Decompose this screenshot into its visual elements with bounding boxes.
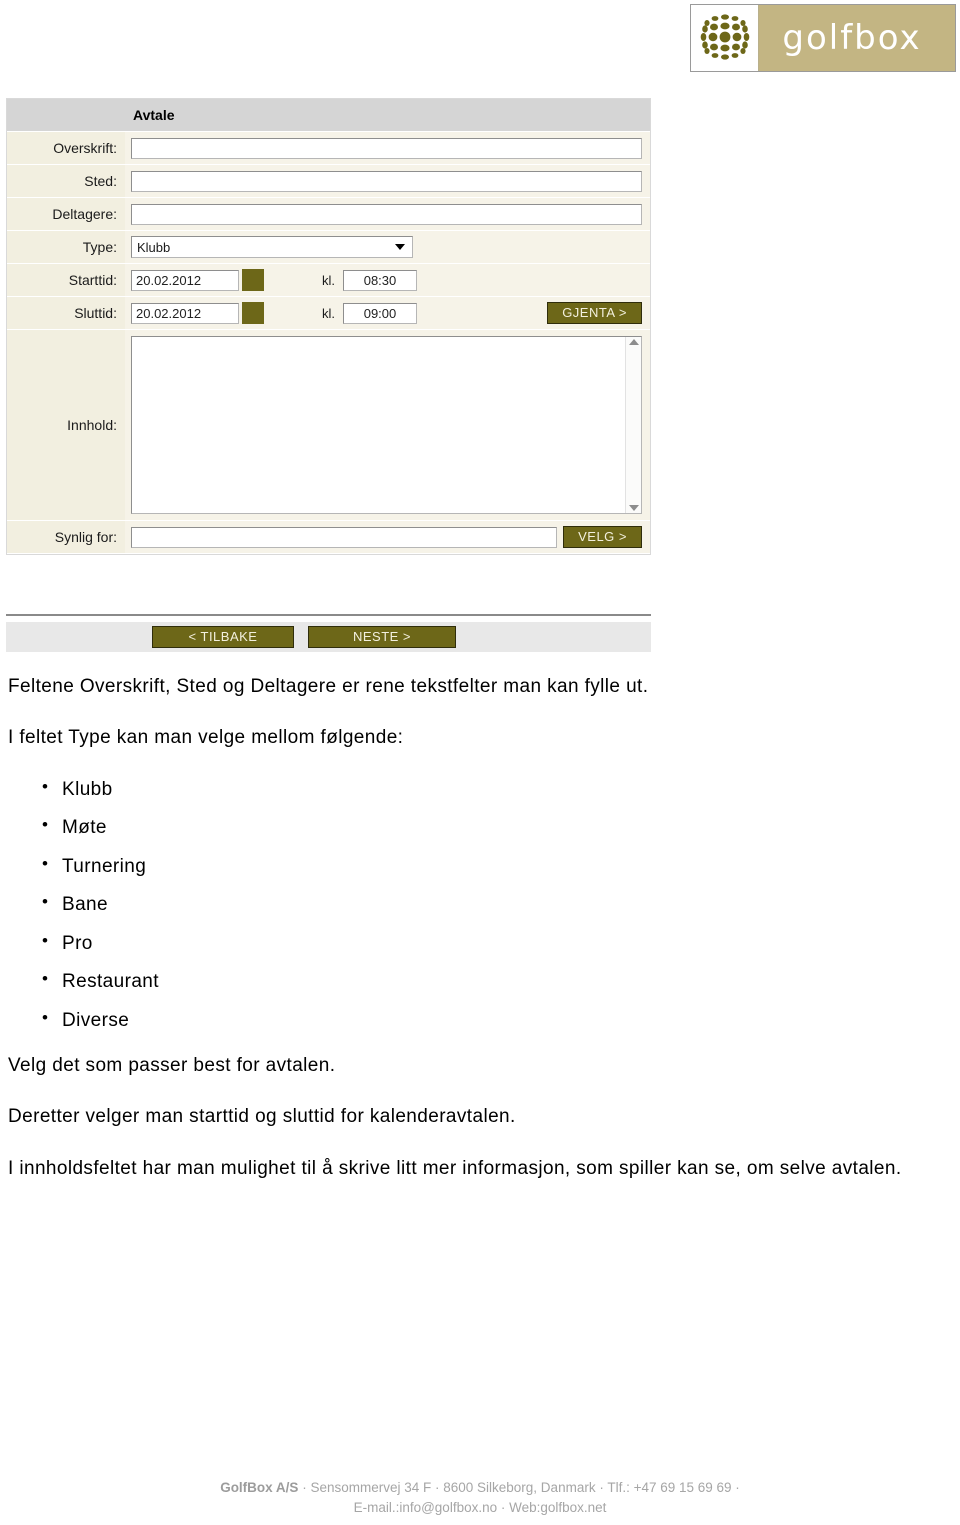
velg-button[interactable]: VELG > bbox=[563, 526, 642, 548]
row-type: Type: Klubb bbox=[7, 231, 650, 264]
sluttid-date-input[interactable] bbox=[131, 302, 239, 324]
form-header-row: Avtale bbox=[7, 99, 650, 132]
golfbox-logo: golfbox bbox=[690, 4, 956, 72]
overskrift-input[interactable] bbox=[131, 137, 642, 159]
list-item: Bane bbox=[42, 889, 952, 919]
paragraph-2: I feltet Type kan man velge mellom følge… bbox=[8, 727, 404, 749]
back-button[interactable]: < TILBAKE bbox=[152, 626, 294, 648]
type-select-value: Klubb bbox=[137, 239, 171, 255]
innhold-textarea-wrap bbox=[131, 336, 642, 514]
starttid-kl-label: kl. bbox=[322, 272, 335, 288]
label-sluttid: Sluttid: bbox=[7, 297, 125, 329]
label-sted: Sted: bbox=[7, 165, 125, 197]
row-overskrift: Overskrift: bbox=[7, 132, 650, 165]
sted-input[interactable] bbox=[131, 170, 642, 192]
calendar-icon[interactable] bbox=[242, 269, 264, 291]
starttid-time-input[interactable] bbox=[343, 269, 417, 291]
type-options-list: Klubb Møte Turnering Bane Pro Restaurant… bbox=[8, 774, 952, 1035]
label-innhold: Innhold: bbox=[7, 330, 125, 520]
starttid-date-input[interactable] bbox=[131, 269, 239, 291]
paragraph-5: I innholdsfeltet har man mulighet til å … bbox=[8, 1157, 902, 1179]
sluttid-kl-label: kl. bbox=[322, 305, 335, 321]
label-overskrift: Overskrift: bbox=[7, 132, 125, 164]
list-item: Møte bbox=[42, 812, 952, 842]
chevron-down-icon bbox=[395, 244, 405, 250]
label-type: Type: bbox=[7, 231, 125, 263]
golfbox-sphere-logo-box bbox=[691, 5, 759, 71]
synlig-for-input[interactable] bbox=[131, 526, 558, 548]
paragraph-1: Feltene Overskrift, Sted og Deltagere er… bbox=[8, 676, 649, 697]
golfbox-sphere-logo-icon bbox=[700, 14, 749, 60]
form-nav-bar: < TILBAKE NESTE > bbox=[6, 622, 651, 652]
form-header-title: Avtale bbox=[125, 99, 650, 131]
label-deltagere: Deltagere: bbox=[7, 198, 125, 230]
label-synlig-for: Synlig for: bbox=[7, 521, 125, 553]
nav-divider bbox=[6, 614, 651, 616]
row-deltagere: Deltagere: bbox=[7, 198, 650, 231]
innhold-scrollbar[interactable] bbox=[625, 337, 641, 513]
sluttid-time-input[interactable] bbox=[343, 302, 417, 324]
row-sluttid: Sluttid: kl. GJENTA > bbox=[7, 297, 650, 330]
calendar-icon[interactable] bbox=[242, 302, 264, 324]
footer-company-name: GolfBox A/S bbox=[220, 1480, 299, 1495]
row-innhold: Innhold: bbox=[7, 330, 650, 521]
deltagere-input[interactable] bbox=[131, 203, 642, 225]
page-footer: GolfBox A/S · Sensommervej 34 F · 8600 S… bbox=[0, 1478, 960, 1517]
row-synlig-for: Synlig for: VELG > bbox=[7, 521, 650, 554]
list-item: Turnering bbox=[42, 851, 952, 881]
list-item: Diverse bbox=[42, 1004, 952, 1035]
next-button[interactable]: NESTE > bbox=[308, 626, 456, 648]
row-starttid: Starttid: kl. bbox=[7, 264, 650, 297]
golfbox-wordmark: golfbox bbox=[782, 18, 922, 58]
list-item: Restaurant bbox=[42, 966, 952, 996]
footer-line-2: E-mail.:info@golfbox.no · Web:golfbox.ne… bbox=[353, 1499, 607, 1515]
row-sted: Sted: bbox=[7, 165, 650, 198]
footer-address: · Sensommervej 34 F · 8600 Silkeborg, Da… bbox=[298, 1480, 740, 1495]
appointment-form-panel: Avtale Overskrift: Sted: Deltagere: Type… bbox=[6, 98, 651, 555]
innhold-textarea[interactable] bbox=[132, 337, 625, 513]
paragraph-4: Deretter velger man starttid og sluttid … bbox=[8, 1106, 516, 1128]
gjenta-button[interactable]: GJENTA > bbox=[547, 302, 642, 324]
list-item: Klubb bbox=[42, 774, 952, 804]
label-starttid: Starttid: bbox=[7, 264, 125, 296]
scroll-down-arrow-icon[interactable] bbox=[628, 505, 639, 511]
instruction-copy: Feltene Overskrift, Sted og Deltagere er… bbox=[8, 672, 952, 1205]
paragraph-3: Velg det som passer best for avtalen. bbox=[8, 1054, 336, 1076]
list-item: Pro bbox=[42, 928, 952, 958]
footer-line-1: GolfBox A/S · Sensommervej 34 F · 8600 S… bbox=[0, 1478, 960, 1498]
scroll-up-arrow-icon[interactable] bbox=[628, 339, 639, 345]
form-header-spacer bbox=[7, 99, 125, 131]
type-select[interactable]: Klubb bbox=[131, 236, 413, 258]
